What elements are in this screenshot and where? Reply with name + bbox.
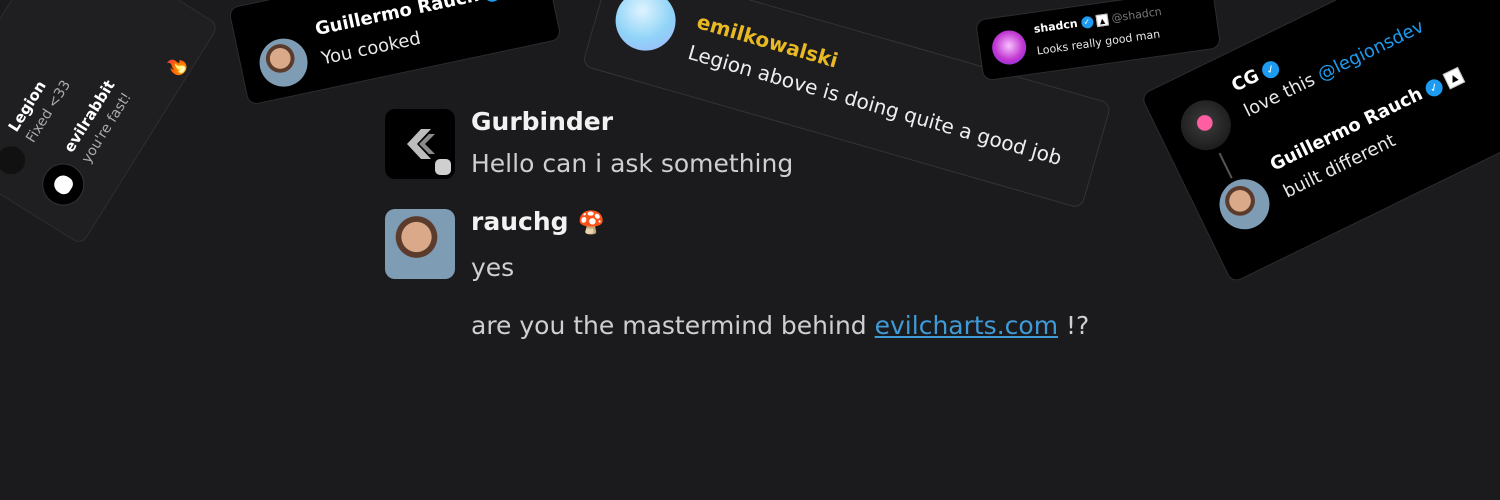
rauchg-avatar[interactable] [385,209,455,279]
vercel-triangle-icon: ▲ [1095,13,1110,28]
fire-reaction-icon: 🔥 [162,51,193,83]
chat-message: Gurbinder Hello can i ask something [385,105,1145,185]
thread-connector-line [1218,152,1233,179]
cg-mention-link[interactable]: @legionsdev [1314,16,1427,85]
shadcn-card: shadcn ✓ ▲ @shadcn Looks really good man [975,0,1222,82]
emil-avatar [608,0,683,58]
mushroom-emoji-icon: 🍄 [577,211,606,236]
rauch-avatar [1211,170,1278,238]
message-text: yes [471,253,515,282]
shadcn-avatar [989,28,1029,67]
verified-check-icon: ✓ [482,0,503,4]
gurbinder-avatar[interactable] [385,109,455,179]
cg-avatar [1172,91,1240,159]
chat-message: rauchg 🍄 yes are you the mastermind behi… [385,207,1145,357]
evilrabbit-avatar [34,155,93,214]
status-indicator [435,159,451,175]
message-text: are you the mastermind behind evilcharts… [471,311,1089,340]
cg-name: CG [1228,65,1263,97]
legion-card: Legion Fixed <33 evilrabbit you're fast!… [0,0,220,246]
rauch-avatar [255,34,313,92]
message-text-suffix: !? [1058,311,1090,340]
message-text: Hello can i ask something [471,149,794,178]
chat-thread: Gurbinder Hello can i ask something rauc… [385,105,1145,365]
shadcn-name: shadcn [1032,16,1079,36]
legion-avatar [0,140,31,180]
shadcn-handle: @shadcn [1110,5,1163,25]
verified-check-icon: ✓ [1259,58,1283,82]
evilcharts-link[interactable]: evilcharts.com [875,311,1058,340]
rauch-you-cooked-card: Guillermo Rauch ✓ ▲ You cooked [228,0,562,106]
message-author[interactable]: rauchg [471,207,569,236]
verified-check-icon: ✓ [1080,15,1094,30]
verified-check-icon: ✓ [1422,76,1446,100]
message-text-prefix: are you the mastermind behind [471,311,875,340]
rabbit-icon [50,172,76,197]
message-author[interactable]: Gurbinder [471,107,613,136]
vercel-triangle-icon: ▲ [1442,66,1466,90]
